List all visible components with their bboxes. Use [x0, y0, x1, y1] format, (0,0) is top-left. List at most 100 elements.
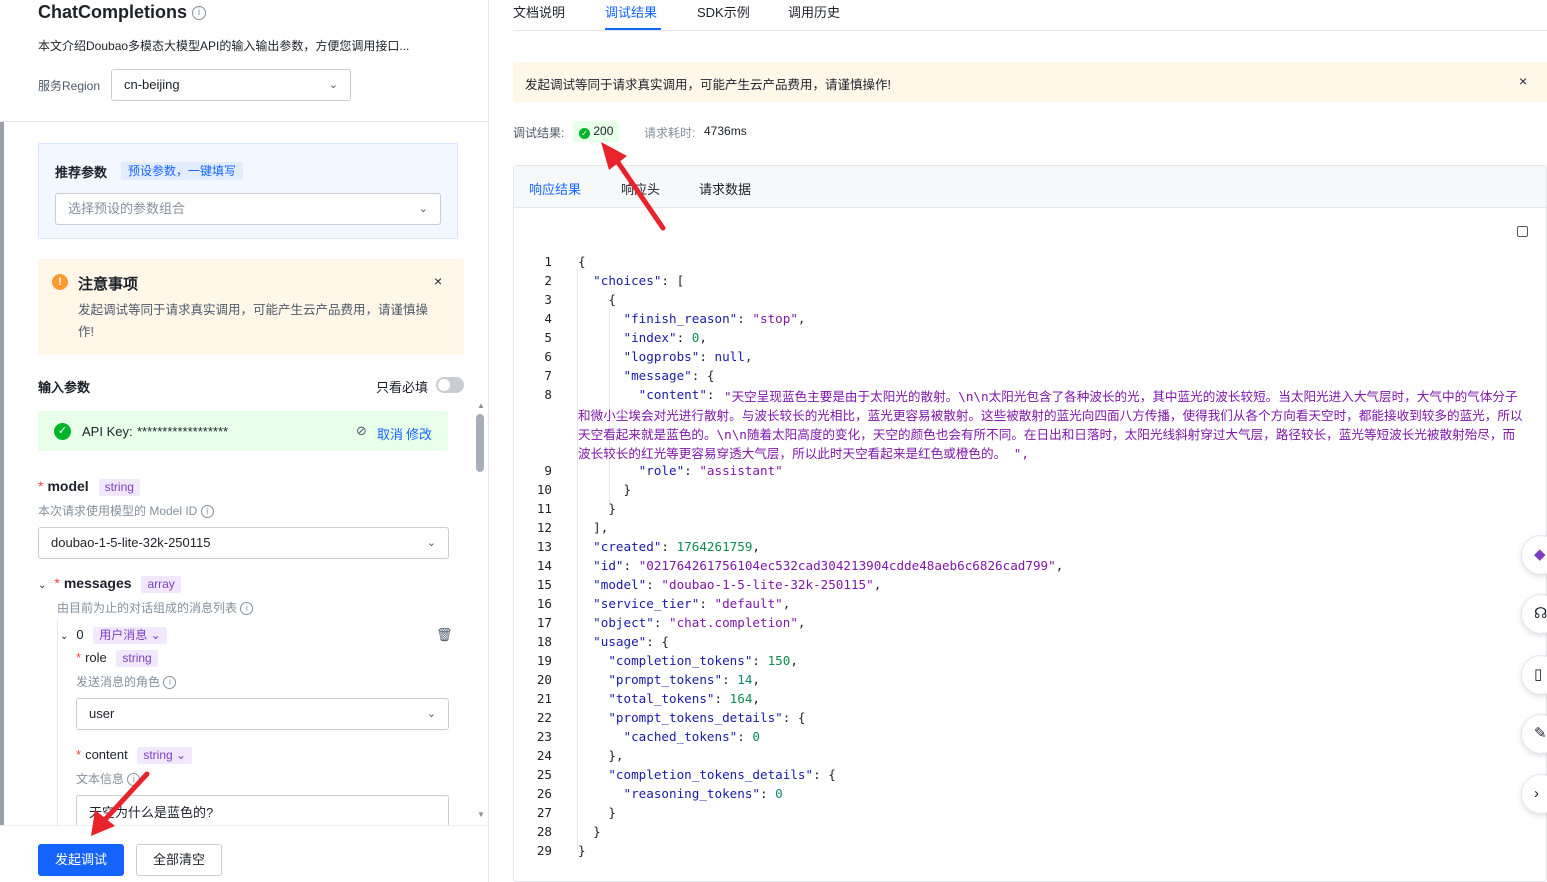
info-icon[interactable]: i: [200, 505, 214, 519]
model-type-tag: string: [98, 479, 140, 496]
result-label: 调试结果:: [513, 126, 565, 140]
notice-title: 注意事项: [78, 276, 139, 293]
line-number: 9: [544, 463, 552, 478]
scrollbar-thumb[interactable]: [476, 414, 484, 472]
line-number: 19: [536, 653, 552, 668]
region-label: 服务Region: [38, 79, 101, 93]
model-name: model: [47, 478, 89, 494]
required-mark: *: [76, 747, 82, 762]
code-line-25: "completion_tokens_details": {: [608, 767, 836, 782]
page-description: 本文介绍Doubao多模态大模型API的输入输出参数，方便您调用接口...: [38, 39, 410, 53]
model-desc: 本次请求使用模型的 Model ID i: [38, 502, 214, 519]
preset-tag[interactable]: 预设参数，一键填写: [121, 162, 244, 180]
code-line-9: "role": "assistant": [638, 463, 783, 478]
content-name: content: [85, 747, 128, 762]
check-circle-icon: ✓: [54, 423, 71, 440]
preset-select[interactable]: 选择预设的参数组合 ⌄: [55, 193, 441, 225]
role-desc-text: 发送消息的角色: [76, 675, 161, 689]
page-title: ChatCompletions i: [38, 2, 207, 23]
region-select[interactable]: cn-beijing ⌄: [111, 69, 351, 101]
code-line-17: "object": "chat.completion",: [593, 615, 806, 630]
code-line-13: "created": 1764261759,: [593, 539, 761, 554]
tab-sdk-examples[interactable]: SDK示例: [697, 2, 750, 21]
preset-title: 推荐参数: [55, 165, 108, 180]
code-line-1: {: [578, 254, 586, 269]
line-number: 22: [536, 710, 552, 725]
left-edge-strip: [0, 122, 4, 882]
line-number: 21: [536, 691, 552, 706]
subtab-response[interactable]: 响应结果: [529, 179, 581, 198]
tab-call-history[interactable]: 调用历史: [788, 2, 840, 21]
line-number: 6: [544, 349, 552, 364]
line-number: 10: [536, 482, 552, 497]
chevron-down-icon: ⌄: [426, 537, 436, 549]
copy-icon[interactable]: [1517, 226, 1528, 237]
messages-name: messages: [63, 575, 132, 591]
scroll-up-icon[interactable]: ▲: [477, 401, 485, 410]
info-icon[interactable]: i: [163, 676, 177, 690]
collapse-chevron-icon[interactable]: ⌄: [60, 631, 68, 642]
line-number: 25: [536, 767, 552, 782]
code-line-21: "total_tokens": 164,: [608, 691, 761, 706]
line-number: 29: [536, 843, 552, 858]
annotation-arrow-icon: [91, 771, 150, 836]
model-value: doubao-1-5-lite-32k-250115: [51, 535, 211, 550]
scroll-down-icon[interactable]: ▼: [477, 810, 485, 819]
line-number: 12: [536, 520, 552, 535]
message-type-select[interactable]: 用户消息 ⌄: [93, 627, 167, 644]
notice-close-icon[interactable]: ×: [434, 273, 442, 289]
tab-docs[interactable]: 文档说明: [513, 2, 565, 21]
api-key-cancel-link[interactable]: 取消: [377, 424, 403, 443]
trash-icon[interactable]: 🗑: [436, 627, 453, 643]
content-type-value: string: [143, 748, 173, 762]
role-type-tag: string: [116, 650, 158, 667]
check-circle-icon: ✓: [579, 128, 590, 139]
notice-box: ! 注意事项 × 发起调试等同于请求真实调用，可能产生云产品费用，请谨慎操作!: [38, 259, 464, 355]
required-mark: *: [54, 575, 60, 591]
code-line-14: "id": "021764261756104ec532cad304213904c…: [593, 558, 1064, 573]
info-icon[interactable]: i: [240, 602, 254, 616]
tab-debug-result[interactable]: 调试结果: [605, 2, 657, 21]
input-params-label: 输入参数: [38, 380, 91, 395]
code-line-29: }: [578, 843, 586, 858]
required-mark: *: [38, 478, 44, 494]
run-debug-button[interactable]: 发起调试: [38, 844, 124, 876]
role-select[interactable]: user ⌄: [76, 698, 449, 730]
role-value: user: [89, 706, 115, 721]
tree-line: [57, 620, 58, 825]
api-key-label: API Key:: [82, 424, 133, 439]
line-number: 3: [544, 292, 552, 307]
line-number: 28: [536, 824, 552, 839]
banner-close-icon[interactable]: ×: [1519, 73, 1527, 89]
line-number: 26: [536, 786, 552, 801]
model-select[interactable]: doubao-1-5-lite-32k-250115 ⌄: [38, 527, 449, 559]
content-field-label: * content string ⌄: [76, 747, 193, 764]
api-key-bar: ✓ API Key: ****************** ⊘ 取消 修改: [38, 411, 448, 451]
code-line-23: "cached_tokens": 0: [623, 729, 761, 744]
api-key-modify-link[interactable]: 修改: [406, 424, 432, 443]
eye-off-icon[interactable]: ⊘: [356, 423, 367, 439]
subtab-request-data[interactable]: 请求数据: [699, 179, 751, 198]
code-line-26: "reasoning_tokens": 0: [623, 786, 783, 801]
warning-banner: 发起调试等同于请求真实调用，可能产生云产品费用，请谨慎操作! ×: [513, 62, 1547, 102]
region-value: cn-beijing: [124, 77, 180, 92]
collapse-chevron-icon[interactable]: ⌄: [38, 580, 46, 591]
code-line-6: "logprobs": null,: [623, 349, 753, 364]
content-type-select[interactable]: string ⌄: [137, 747, 193, 764]
time-value: 4736ms: [704, 124, 747, 138]
info-icon[interactable]: i: [192, 6, 207, 21]
code-line-7: "message": {: [623, 368, 715, 383]
code-line-22: "prompt_tokens_details": {: [608, 710, 806, 725]
code-line-18: "usage": {: [593, 634, 669, 649]
role-desc: 发送消息的角色 i: [76, 673, 177, 690]
line-number: 24: [536, 748, 552, 763]
messages-type-tag: array: [141, 576, 181, 593]
message-index: 0: [76, 627, 84, 642]
status-code: 200: [593, 124, 614, 138]
code-line-10: }: [578, 482, 632, 497]
line-number: 14: [536, 558, 552, 573]
preset-box: 推荐参数 预设参数，一键填写 选择预设的参数组合 ⌄: [38, 143, 458, 239]
only-required-toggle[interactable]: [436, 377, 464, 393]
clear-all-button[interactable]: 全部清空: [136, 844, 222, 876]
code-line-16: "service_tier": "default",: [593, 596, 791, 611]
